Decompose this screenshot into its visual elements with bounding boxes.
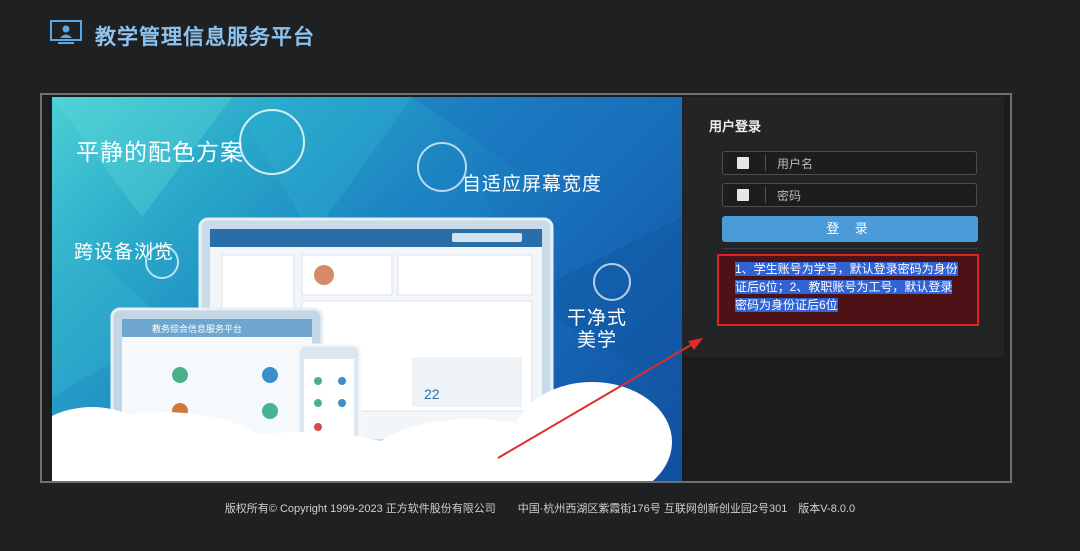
- username-input[interactable]: [775, 154, 974, 174]
- field-separator: [765, 155, 766, 171]
- footer-copyright: 版权所有© Copyright 1999-2023 正方软件股份有限公司 中国·…: [224, 503, 856, 515]
- password-input[interactable]: [775, 186, 974, 206]
- slogan-adaptive-width: 自适应屏幕宽度: [462, 174, 603, 195]
- monitor-user-icon: [50, 20, 82, 44]
- svg-text:22: 22: [424, 386, 440, 402]
- login-notice: 1、学生账号为学号，默认登录密码为身份证后6位；2、教职账号为工号，默认登录密码…: [717, 254, 979, 326]
- divider: [722, 248, 978, 249]
- slogan-color-scheme: 平静的配色方案: [76, 139, 244, 165]
- password-field[interactable]: [722, 183, 977, 207]
- user-icon: [737, 157, 749, 169]
- app-title: 教学管理信息服务平台: [95, 26, 315, 49]
- field-separator: [765, 187, 766, 203]
- login-frame: 22 教务综合信息服务平台 平静的配色方案 自适应屏幕宽度 跨设备浏览 干净式 …: [40, 93, 1012, 483]
- login-button[interactable]: 登 录: [722, 216, 978, 242]
- login-title: 用户登录: [709, 119, 762, 134]
- lock-icon: [737, 189, 749, 201]
- username-field[interactable]: [722, 151, 977, 175]
- slogan-cross-device: 跨设备浏览: [74, 242, 175, 263]
- promo-banner: 22 教务综合信息服务平台 平静的配色方案 自适应屏幕宽度 跨设备浏览 干净式 …: [52, 97, 682, 481]
- mock-app-title: 教务综合信息服务平台: [152, 323, 242, 334]
- login-notice-text: 1、学生账号为学号，默认登录密码为身份证后6位；2、教职账号为工号，默认登录密码…: [735, 262, 958, 312]
- login-panel: 用户登录 登 录 1、学生账号为学号，默认登录密码为身份证后6位；2、教职账号为…: [682, 97, 1004, 357]
- slogan-aesthetics: 美学: [577, 330, 618, 351]
- header: 教学管理信息服务平台: [0, 0, 1080, 78]
